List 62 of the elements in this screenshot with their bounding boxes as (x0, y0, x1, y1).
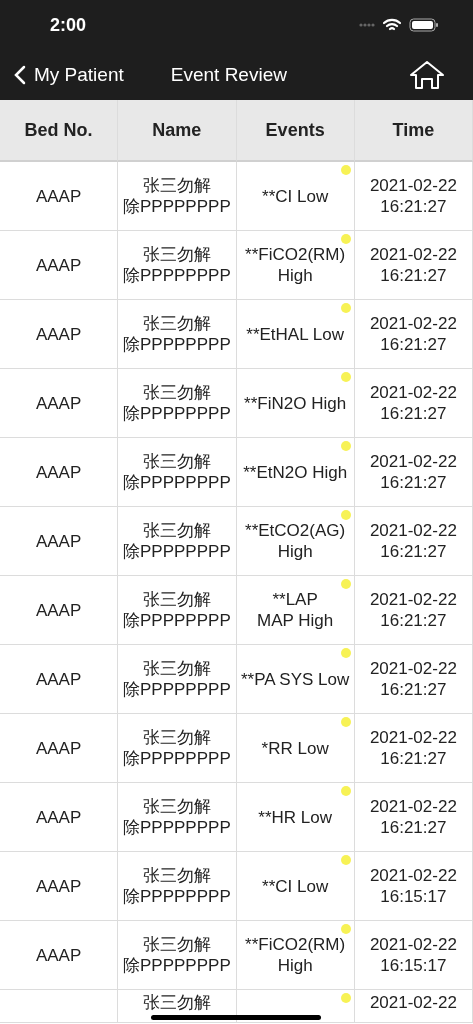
back-button[interactable]: My Patient (14, 60, 124, 90)
time-cell: 2021-02-22 16:21:27 (354, 231, 473, 300)
name-cell: 张三勿解 除PPPPPPPP (118, 645, 237, 714)
event-cell: **HR Low (236, 783, 355, 852)
battery-icon (409, 18, 439, 32)
column-header: Name (118, 100, 237, 162)
event-cell: **EtCO2(AG) High (236, 507, 355, 576)
bed-cell: AAAP (0, 714, 119, 783)
time-cell: 2021-02-22 16:21:27 (354, 300, 473, 369)
event-cell: **CI Low (236, 852, 355, 921)
chevron-left-icon (14, 65, 26, 85)
bed-cell: AAAP (0, 162, 119, 231)
page-title: Event Review (170, 62, 287, 87)
time-cell: 2021-02-22 16:15:17 (354, 852, 473, 921)
time-cell: 2021-02-22 16:21:27 (354, 369, 473, 438)
name-cell: 张三勿解 除PPPPPPPP (118, 852, 237, 921)
name-cell: 张三勿解 除PPPPPPPP (118, 300, 237, 369)
name-cell: 张三勿解 除PPPPPPPP (118, 783, 237, 852)
name-cell: 张三勿解 除PPPPPPPP (118, 162, 237, 231)
time-cell: 2021-02-22 16:21:27 (354, 645, 473, 714)
bed-cell: AAAP (0, 300, 119, 369)
name-cell: 张三勿解 除PPPPPPPP (118, 921, 237, 990)
bed-cell: AAAP (0, 438, 119, 507)
name-cell: 张三勿解 除PPPPPPPP (118, 231, 237, 300)
bed-cell: AAAP (0, 576, 119, 645)
event-cell: **EtN2O High (236, 438, 355, 507)
time-cell: 2021-02-22 16:21:27 (354, 162, 473, 231)
bed-cell: AAAP (0, 783, 119, 852)
event-cell: **CI Low (236, 162, 355, 231)
bed-cell: AAAP (0, 369, 119, 438)
event-cell: **FiCO2(RM) High (236, 231, 355, 300)
status-time: 2:00 (50, 13, 87, 37)
bed-cell: AAAP (0, 231, 119, 300)
wifi-icon (383, 18, 401, 32)
event-cell: *RR Low (236, 714, 355, 783)
name-cell: 张三勿解 除PPPPPPPP (118, 369, 237, 438)
column-header: Events (236, 100, 355, 162)
home-icon (409, 60, 445, 90)
name-cell: 张三勿解 除PPPPPPPP (118, 714, 237, 783)
time-cell: 2021-02-22 16:21:27 (354, 438, 473, 507)
event-cell: **EtHAL Low (236, 300, 355, 369)
bed-cell: AAAP (0, 852, 119, 921)
event-cell: **PA SYS Low (236, 645, 355, 714)
bed-cell: AAAP (0, 921, 119, 990)
time-cell: 2021-02-22 16:21:27 (354, 714, 473, 783)
bed-cell: AAAP (0, 507, 119, 576)
name-cell: 张三勿解 除PPPPPPPP (118, 438, 237, 507)
signal-icon (359, 23, 375, 27)
name-cell: 张三勿解 除PPPPPPPP (118, 507, 237, 576)
time-cell: 2021-02-22 16:21:27 (354, 507, 473, 576)
column-header: Bed No. (0, 100, 119, 162)
time-cell: 2021-02-22 (354, 990, 473, 1023)
event-cell: **FiN2O High (236, 369, 355, 438)
time-cell: 2021-02-22 16:21:27 (354, 783, 473, 852)
home-button[interactable] (409, 60, 445, 90)
bed-cell: AAAP (0, 645, 119, 714)
time-cell: 2021-02-22 16:15:17 (354, 921, 473, 990)
event-cell: **FiCO2(RM) High (236, 921, 355, 990)
event-cell: **LAP MAP High (236, 576, 355, 645)
name-cell: 张三勿解 除PPPPPPPP (118, 576, 237, 645)
time-cell: 2021-02-22 16:21:27 (354, 576, 473, 645)
column-header: Time (354, 100, 473, 162)
